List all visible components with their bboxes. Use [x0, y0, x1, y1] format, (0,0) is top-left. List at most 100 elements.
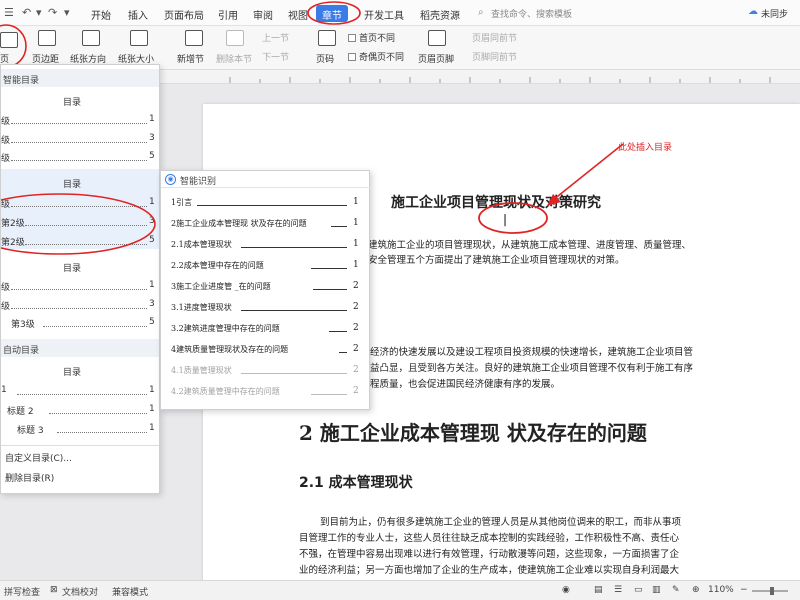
quick-access-dropdown-icon[interactable]: ▾	[64, 6, 70, 19]
zoom-out-icon[interactable]: −	[740, 585, 748, 595]
toc-block-title: 目录	[63, 264, 82, 274]
delete-section-button[interactable]: 删除本节	[216, 52, 252, 65]
zoom-slider-thumb[interactable]	[770, 587, 774, 595]
prev-section-button[interactable]: 上一节	[262, 31, 289, 44]
read-view-icon[interactable]: ▥	[652, 585, 661, 595]
menu-developer[interactable]: 开发工具	[364, 7, 404, 22]
odd-even-diff-checkbox[interactable]: 奇偶页不同	[348, 50, 404, 63]
link-prev-header-button[interactable]: 页眉同前节	[472, 31, 517, 44]
menu-bar: ☰ ↶ ▾ ↷ ▾ 开始 插入 页面布局 引用 审阅 视图 章节 开发工具 稻壳…	[0, 0, 800, 26]
abstract-line-2: 安全管理五个方面提出了建筑施工企业项目管理现状的对策。	[368, 255, 625, 266]
menu-start[interactable]: 开始	[91, 7, 111, 22]
odd-even-diff-label: 奇偶页不同	[359, 53, 405, 63]
smart-toc-entry: 4建筑质量管理现状及存在的问题	[171, 345, 289, 354]
smart-detect-icon: ◉	[165, 174, 176, 185]
smart-detect-header: 智能识别	[180, 177, 217, 187]
toc-entry-num: 1	[149, 114, 155, 124]
doc-proof-icon[interactable]: ⊠	[50, 585, 58, 595]
smart-toc-entry: 1引言	[171, 198, 193, 207]
auto-toc-option[interactable]: 目录 1 1 标题 2 1 标题 3 1	[1, 359, 159, 443]
smart-toc-num: 2	[353, 323, 359, 333]
smart-toc-header: 智能目录	[1, 69, 159, 87]
toc-style-option-3[interactable]: 目录 级 1 级 3 第3级 5	[1, 255, 159, 333]
smart-toc-entry: 3施工企业进度管 _在的问题	[171, 282, 271, 291]
dropdown-icon[interactable]: ▾	[36, 6, 42, 19]
new-section-button[interactable]: 新增节	[177, 52, 204, 65]
write-view-icon[interactable]: ✎	[672, 585, 680, 595]
intro-line-1: 经济的快速发展以及建设工程项目投资规模的快速增长，建筑施工企业项目管	[370, 347, 694, 358]
smart-toc-entry: 2施工企业成本管理现 状及存在的问题	[171, 219, 307, 228]
toc-option-highlight-ellipse	[1, 193, 156, 255]
header-footer-icon[interactable]	[428, 30, 446, 46]
compat-mode-label: 兼容模式	[112, 588, 149, 598]
smart-toc-entry: 2.2成本管理中存在的问题	[171, 261, 264, 270]
new-section-icon[interactable]	[185, 30, 203, 46]
first-page-diff-checkbox[interactable]: 首页不同	[348, 31, 395, 44]
orientation-icon[interactable]	[82, 30, 100, 46]
custom-toc-menu-item[interactable]: 自定义目录(C)...	[5, 451, 72, 464]
smart-toc-num: 2	[353, 281, 359, 291]
spell-check-button[interactable]: 拼写检查	[4, 585, 40, 598]
margin-icon[interactable]	[38, 30, 56, 46]
smart-toc-entry: 4.2建筑质量管理中存在的问题	[171, 387, 280, 396]
outline-view-icon[interactable]: ☰	[614, 585, 622, 595]
search-icon: ⌕	[478, 7, 484, 18]
eye-protection-icon[interactable]: ◉	[562, 585, 570, 595]
heading-2-1: 2.1 成本管理现状	[299, 475, 413, 491]
smart-toc-num: 1	[353, 239, 359, 249]
toc-entry-label: 第3级	[11, 320, 35, 330]
app-menu-icon[interactable]: ☰	[4, 6, 14, 19]
horizontal-ruler[interactable]	[160, 70, 800, 84]
smart-toc-num: 2	[353, 344, 359, 354]
toc-dropdown: 智能目录 目录 级 1 级 3 级 5 目录 级 1 第2级 3 第2级 5 目…	[0, 64, 160, 494]
toc-entry-label: 标题 2	[7, 407, 34, 417]
toc-block-title: 目录	[63, 368, 82, 378]
next-section-button[interactable]: 下一节	[262, 50, 289, 63]
insert-toc-annotation	[478, 143, 624, 234]
page-number-icon[interactable]	[318, 30, 336, 46]
toc-entry-label: 1	[1, 385, 7, 395]
toc-entry-num: 3	[149, 133, 155, 143]
toc-entry-label: 级	[1, 302, 11, 312]
toc-block-title: 目录	[63, 180, 82, 190]
divider	[1, 445, 159, 446]
smart-toc-num: 2	[353, 302, 359, 312]
undo-icon[interactable]: ↶	[22, 6, 31, 19]
toc-entry-num: 3	[149, 299, 155, 309]
delete-toc-menu-item[interactable]: 删除目录(R)	[5, 471, 54, 484]
menu-references[interactable]: 引用	[218, 7, 238, 22]
globe-icon[interactable]: ⊕	[692, 585, 700, 595]
sync-status[interactable]: 未同步	[761, 7, 788, 20]
smart-toc-num: 1	[353, 197, 359, 207]
search-placeholder: 查找命令、搜索模板	[491, 10, 573, 20]
page-number-button[interactable]: 页码	[316, 52, 334, 65]
intro-line-3: 程质量，也会促进国民经济健康有序的发展。	[370, 379, 561, 390]
intro-line-2: 益凸显，且受到各方关注。良好的建筑施工企业项目管理不仅有利于施工有序	[370, 363, 694, 374]
toc-entry-label: 级	[1, 117, 11, 127]
insert-toc-note: 此处插入目录	[618, 143, 673, 153]
toc-entry-num: 1	[149, 423, 155, 433]
cloud-sync-icon[interactable]: ☁	[748, 6, 758, 17]
smart-toc-list[interactable]: 1引言 1 2施工企业成本管理现 状及存在的问题 1 2.1成本管理现状 1 2…	[161, 193, 371, 405]
page-view-icon[interactable]: ▤	[594, 585, 603, 595]
header-footer-button[interactable]: 页眉页脚	[418, 52, 454, 65]
link-prev-footer-button[interactable]: 页脚同前节	[472, 50, 517, 63]
redo-icon[interactable]: ↷	[48, 6, 57, 19]
doc-proof-button[interactable]: 文档校对	[62, 585, 98, 598]
toc-entry-label: 级	[1, 154, 11, 164]
toc-style-option-1[interactable]: 目录 级 1 级 3 级 5	[1, 87, 159, 165]
menu-page-layout[interactable]: 页面布局	[164, 7, 204, 22]
command-search[interactable]: ⌕ 查找命令、搜索模板	[478, 5, 606, 22]
menu-docer[interactable]: 稻壳资源	[420, 7, 460, 22]
web-view-icon[interactable]: ▭	[634, 585, 643, 595]
body-line-1: 到目前为止，仍有很多建筑施工企业的管理人员是从其他岗位调来的职工，而非从事项	[320, 517, 682, 528]
smart-toc-num: 2	[353, 386, 359, 396]
menu-insert[interactable]: 插入	[128, 7, 148, 22]
menu-review[interactable]: 审阅	[253, 7, 273, 22]
delete-section-icon[interactable]	[226, 30, 244, 46]
auto-toc-header: 自动目录	[1, 339, 159, 357]
zoom-dropdown[interactable]: 110%	[708, 585, 734, 595]
smart-detect-popup: ◉ 智能识别 1引言 1 2施工企业成本管理现 状及存在的问题 1 2.1成本管…	[160, 170, 371, 410]
menu-view[interactable]: 视图	[288, 7, 308, 22]
paper-size-icon[interactable]	[130, 30, 148, 46]
